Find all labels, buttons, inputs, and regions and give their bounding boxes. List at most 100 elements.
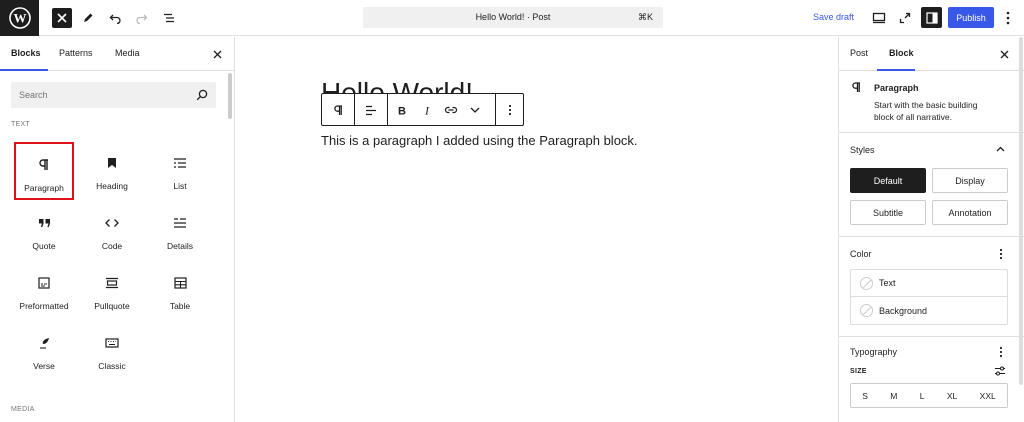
redo-icon bbox=[136, 14, 148, 24]
size-xl-option[interactable]: XL bbox=[947, 391, 957, 401]
block-label: Heading bbox=[96, 181, 128, 191]
close-settings-button[interactable] bbox=[997, 47, 1011, 61]
list-block-item[interactable]: List bbox=[150, 142, 210, 200]
sliders-icon[interactable] bbox=[994, 366, 1006, 376]
preview-button[interactable] bbox=[870, 6, 888, 30]
size-m-option[interactable]: M bbox=[890, 391, 897, 401]
shortcut-hint: ⌘K bbox=[637, 12, 653, 22]
styles-panel: Styles Default Display Subtitle Annotati… bbox=[839, 133, 1024, 237]
align-button[interactable] bbox=[363, 102, 379, 118]
align-left-icon bbox=[366, 105, 376, 115]
text-color-option[interactable]: Text bbox=[851, 270, 1007, 297]
style-annotation-button[interactable]: Annotation bbox=[932, 200, 1008, 225]
quote-icon bbox=[38, 212, 51, 234]
heading-block-item[interactable]: Heading bbox=[82, 142, 142, 200]
bookmark-icon bbox=[107, 152, 117, 174]
block-description-line2: block of all narrative. bbox=[874, 112, 952, 122]
background-color-option[interactable]: Background bbox=[851, 297, 1007, 324]
tab-blocks[interactable]: Blocks bbox=[11, 48, 41, 58]
view-post-button[interactable] bbox=[896, 6, 914, 30]
paragraph-block-item[interactable]: Paragraph bbox=[14, 142, 74, 200]
block-label: Table bbox=[169, 301, 191, 311]
preformatted-icon bbox=[38, 272, 50, 294]
block-label: Code bbox=[101, 241, 123, 251]
size-l-option[interactable]: L bbox=[920, 391, 925, 401]
block-options-button[interactable] bbox=[502, 102, 518, 118]
undo-icon bbox=[109, 14, 121, 24]
more-formats-button[interactable] bbox=[467, 102, 483, 118]
list-view-icon bbox=[164, 13, 174, 23]
paragraph-icon bbox=[333, 104, 342, 115]
tab-media[interactable]: Media bbox=[115, 48, 140, 58]
block-label: Classic bbox=[98, 361, 126, 371]
text-color-label: Text bbox=[879, 278, 896, 288]
code-block-item[interactable]: Code bbox=[82, 202, 142, 260]
pullquote-block-item[interactable]: Pullquote bbox=[82, 262, 142, 320]
tab-block[interactable]: Block bbox=[889, 48, 914, 58]
block-title: Paragraph bbox=[874, 83, 919, 93]
size-xxl-option[interactable]: XXL bbox=[980, 391, 996, 401]
more-vertical-icon[interactable] bbox=[999, 346, 1003, 358]
editor-canvas[interactable]: Hello World! B I This is a paragraph I a… bbox=[235, 37, 839, 422]
active-tab-indicator bbox=[0, 69, 48, 71]
search-icon bbox=[196, 89, 208, 101]
table-block-item[interactable]: Table bbox=[150, 262, 210, 320]
pencil-icon bbox=[84, 13, 93, 22]
styles-heading[interactable]: Styles bbox=[850, 145, 875, 155]
search-placeholder: Search bbox=[19, 90, 48, 100]
tools-button[interactable] bbox=[80, 6, 96, 30]
settings-scrollbar[interactable] bbox=[1019, 37, 1023, 385]
empty-swatch-icon bbox=[860, 304, 873, 317]
undo-button[interactable] bbox=[107, 6, 123, 30]
details-block-item[interactable]: Details bbox=[150, 202, 210, 260]
more-vertical-icon bbox=[1006, 11, 1010, 25]
options-button[interactable] bbox=[1002, 6, 1014, 30]
preformatted-block-item[interactable]: Preformatted bbox=[14, 262, 74, 320]
style-default-button[interactable]: Default bbox=[850, 168, 926, 193]
more-vertical-icon[interactable] bbox=[999, 248, 1003, 260]
more-vertical-icon bbox=[508, 104, 512, 116]
document-title: Hello World! · Post bbox=[475, 12, 551, 22]
font-size-picker: S M L XL XXL bbox=[850, 383, 1008, 408]
desktop-icon bbox=[872, 12, 886, 24]
block-search-input[interactable]: Search bbox=[11, 82, 216, 108]
block-card: Paragraph Start with the basic building … bbox=[839, 71, 1024, 133]
settings-toggle-button[interactable] bbox=[921, 7, 942, 28]
block-description-line1: Start with the basic building bbox=[874, 100, 978, 110]
style-display-button[interactable]: Display bbox=[932, 168, 1008, 193]
tab-patterns[interactable]: Patterns bbox=[59, 48, 93, 58]
block-label: Details bbox=[167, 241, 193, 251]
redo-button[interactable] bbox=[134, 6, 150, 30]
inserter-tabs: Blocks Patterns Media bbox=[0, 37, 235, 71]
document-overview-button[interactable] bbox=[161, 6, 177, 30]
wordpress-logo-button[interactable]: W bbox=[0, 0, 39, 36]
pullquote-icon bbox=[105, 272, 119, 294]
list-icon bbox=[173, 152, 187, 174]
size-s-option[interactable]: S bbox=[862, 391, 868, 401]
save-draft-button[interactable]: Save draft bbox=[813, 12, 854, 22]
media-category-label: MEDIA bbox=[11, 406, 35, 413]
command-palette-bar[interactable]: Hello World! · Post ⌘K bbox=[363, 7, 663, 28]
style-subtitle-button[interactable]: Subtitle bbox=[850, 200, 926, 225]
inserter-scrollbar[interactable] bbox=[228, 73, 232, 119]
block-label: Verse bbox=[33, 361, 55, 371]
block-inserter-panel: Blocks Patterns Media Search TEXT Paragr… bbox=[0, 37, 235, 422]
paragraph-block[interactable]: This is a paragraph I added using the Pa… bbox=[321, 133, 638, 148]
wordpress-icon: W bbox=[8, 7, 31, 29]
close-panel-button[interactable] bbox=[210, 47, 224, 61]
block-type-button[interactable] bbox=[330, 102, 346, 118]
text-category-label: TEXT bbox=[11, 121, 31, 128]
verse-block-item[interactable]: Verse bbox=[14, 322, 74, 380]
details-icon bbox=[173, 212, 187, 234]
typography-panel: Typography SIZE bbox=[839, 337, 1024, 422]
empty-swatch-icon bbox=[860, 276, 873, 290]
tab-post[interactable]: Post bbox=[850, 48, 868, 58]
publish-button[interactable]: Publish bbox=[948, 7, 994, 28]
block-label: Quote bbox=[32, 241, 56, 251]
close-inserter-button[interactable] bbox=[52, 8, 72, 28]
quote-block-item[interactable]: Quote bbox=[14, 202, 74, 260]
keyboard-icon bbox=[105, 332, 119, 354]
close-icon bbox=[57, 13, 67, 23]
color-heading: Color bbox=[850, 249, 872, 259]
classic-block-item[interactable]: Classic bbox=[82, 322, 142, 380]
